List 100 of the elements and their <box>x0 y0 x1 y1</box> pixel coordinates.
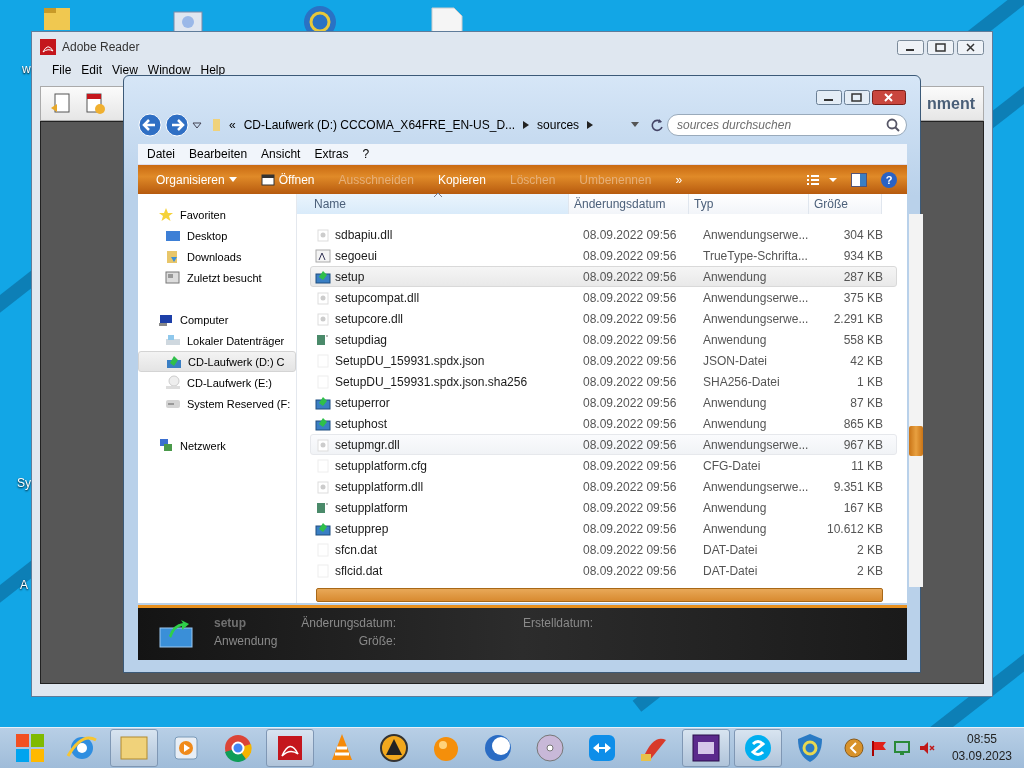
nav-item[interactable]: Zuletzt besucht <box>138 267 296 288</box>
file-row[interactable]: setupmgr.dll 08.09.2022 09:56 Anwendungserwe... 967 KB <box>310 434 897 455</box>
vertical-scrollbar[interactable] <box>909 214 923 587</box>
nav-item[interactable]: CD-Laufwerk (D:) C <box>138 351 296 372</box>
nav-item[interactable]: Lokaler Datenträger <box>138 330 296 351</box>
breadcrumb-overflow[interactable]: « <box>229 118 236 132</box>
breadcrumb[interactable]: CD-Laufwerk (D:) CCCOMA_X64FRE_EN-US_D... <box>243 118 516 132</box>
breadcrumb[interactable]: sources <box>537 118 580 132</box>
file-name: setupprep <box>335 521 389 536</box>
file-size: 304 KB <box>843 227 883 242</box>
menu-item[interactable]: File <box>52 63 72 77</box>
refresh-icon[interactable] <box>650 118 664 132</box>
preview-pane-icon[interactable] <box>851 172 867 187</box>
file-row[interactable]: setupprep 08.09.2022 09:56 Anwendung 10.612 KB <box>310 518 897 539</box>
maximize-button[interactable] <box>844 90 870 105</box>
nav-item[interactable]: Netzwerk <box>138 435 296 456</box>
monitor-icon[interactable] <box>893 739 912 757</box>
maximize-button[interactable] <box>927 39 954 55</box>
file-row[interactable]: SetupDU_159931.spdx.json.sha256 08.09.2022 09:56 SHA256-Datei 1 KB <box>310 371 897 392</box>
nav-item[interactable]: Computer <box>138 309 296 330</box>
nav-item[interactable]: System Reserved (F: <box>138 393 296 414</box>
view-options-icon[interactable] <box>807 173 837 186</box>
minimize-button[interactable] <box>897 39 924 55</box>
file-row[interactable]: segoeui 08.09.2022 09:56 TrueType-Schrifta... 934 KB <box>310 245 897 266</box>
menu-item[interactable]: Extras <box>314 147 349 161</box>
search-icon[interactable] <box>886 118 900 132</box>
create-pdf-icon[interactable] <box>49 91 73 116</box>
toolbar-label[interactable]: nment <box>927 94 975 113</box>
pdf-settings-icon[interactable] <box>83 91 107 116</box>
file-type: Anwendungserwe... <box>703 227 809 242</box>
cd-drive-icon <box>166 353 182 370</box>
menu-item[interactable]: Edit <box>81 63 103 77</box>
chevron-right-icon[interactable] <box>523 121 530 129</box>
file-row[interactable]: setupcore.dll 08.09.2022 09:56 Anwendungserwe... 2.291 KB <box>310 308 897 329</box>
file-size: 558 KB <box>843 332 883 347</box>
search-field[interactable]: sources durchsuchen <box>667 114 907 136</box>
menu-item[interactable]: ? <box>362 147 370 161</box>
file-size: 2.291 KB <box>833 311 883 326</box>
file-size: 1 KB <box>857 374 883 389</box>
clock-time[interactable]: 08:55 <box>966 731 997 748</box>
file-size: 2 KB <box>857 563 883 578</box>
file-row[interactable]: setuphost 08.09.2022 09:56 Anwendung 865 KB <box>310 413 897 434</box>
file-type: Anwendung <box>703 416 767 431</box>
menu-item[interactable]: Ansicht <box>261 147 301 161</box>
menu-item[interactable]: Help <box>200 63 226 77</box>
file-type: Anwendung <box>214 634 279 650</box>
menu-item[interactable]: Datei <box>147 147 175 161</box>
file-name: setupmgr.dll <box>335 437 400 452</box>
nav-item[interactable]: CD-Laufwerk (E:) <box>138 372 296 393</box>
address-bar[interactable]: « CD-Laufwerk (D:) CCCOMA_X64FRE_EN-US_D... sources <box>205 114 647 136</box>
caret-icon <box>228 177 237 182</box>
file-row[interactable]: sdbapiu.dll 08.09.2022 09:56 Anwendungserwe... 304 KB <box>310 224 897 245</box>
file-name: SetupDU_159931.spdx.json.sha256 <box>335 374 528 389</box>
installer-icon <box>315 394 331 411</box>
scroll-thumb[interactable] <box>909 426 923 456</box>
flag-icon[interactable] <box>869 739 888 757</box>
nav-item[interactable]: Favoriten <box>138 204 296 225</box>
history-dropdown-icon[interactable] <box>192 120 202 130</box>
clock-date[interactable]: 03.09.2023 <box>951 748 1012 765</box>
forward-button[interactable] <box>165 113 189 137</box>
column-header[interactable]: Name <box>297 194 569 214</box>
minimize-button[interactable] <box>816 90 842 105</box>
file-row[interactable]: setupplatform.cfg 08.09.2022 09:56 CFG-Datei 11 KB <box>310 455 897 476</box>
file-row[interactable]: setup 08.09.2022 09:56 Anwendung 287 KB <box>310 266 897 287</box>
close-button[interactable] <box>957 39 984 55</box>
file-name: sfcn.dat <box>335 542 378 557</box>
nav-item[interactable]: Downloads <box>138 246 296 267</box>
file-row[interactable]: SetupDU_159931.spdx.json 08.09.2022 09:56 JSON-Datei 42 KB <box>310 350 897 371</box>
file-date: 08.09.2022 09:56 <box>583 542 677 557</box>
file-date: 08.09.2022 09:56 <box>583 332 677 347</box>
help-button[interactable]: ? <box>881 171 897 188</box>
horizontal-scrollbar[interactable] <box>316 588 883 602</box>
back-button[interactable] <box>138 113 162 137</box>
menu-item[interactable]: View <box>112 63 138 77</box>
file-row[interactable]: sflcid.dat 08.09.2022 09:56 DAT-Datei 2 KB <box>310 560 897 581</box>
field-label: Erstelldatum: <box>523 616 595 632</box>
column-header[interactable]: Typ <box>689 194 809 214</box>
close-button[interactable] <box>872 90 906 105</box>
taskbar-button[interactable] <box>682 729 730 767</box>
file-date: 08.09.2022 09:56 <box>583 479 677 494</box>
file-row[interactable]: setupplatform 08.09.2022 09:56 Anwendung 167 KB <box>310 497 897 518</box>
column-header[interactable]: Größe <box>809 194 882 214</box>
file-row[interactable]: setuperror 08.09.2022 09:56 Anwendung 87 KB <box>310 392 897 413</box>
menu-item[interactable]: Window <box>147 63 191 77</box>
chevron-right-icon[interactable] <box>587 121 594 129</box>
file-type: SHA256-Datei <box>703 374 780 389</box>
file-row[interactable]: setupcompat.dll 08.09.2022 09:56 Anwendungserwe... 375 KB <box>310 287 897 308</box>
menu-item[interactable]: Bearbeiten <box>189 147 248 161</box>
file-row[interactable]: setupdiag 08.09.2022 09:56 Anwendung 558 KB <box>310 329 897 350</box>
column-header[interactable]: Änderungsdatum <box>569 194 689 214</box>
nav-item[interactable]: Desktop <box>138 225 296 246</box>
file-name: setup <box>335 269 365 284</box>
file-row[interactable]: sfcn.dat 08.09.2022 09:56 DAT-Datei 2 KB <box>310 539 897 560</box>
installer-icon <box>315 520 331 537</box>
taskbar-button[interactable] <box>266 729 314 767</box>
file-size: 167 KB <box>843 500 883 515</box>
file-type: JSON-Datei <box>703 353 767 368</box>
file-name: setupdiag <box>335 332 388 347</box>
file-row[interactable]: setupplatform.dll 08.09.2022 09:56 Anwendungserwe... 9.351 KB <box>310 476 897 497</box>
file-type: DAT-Datei <box>703 542 758 557</box>
